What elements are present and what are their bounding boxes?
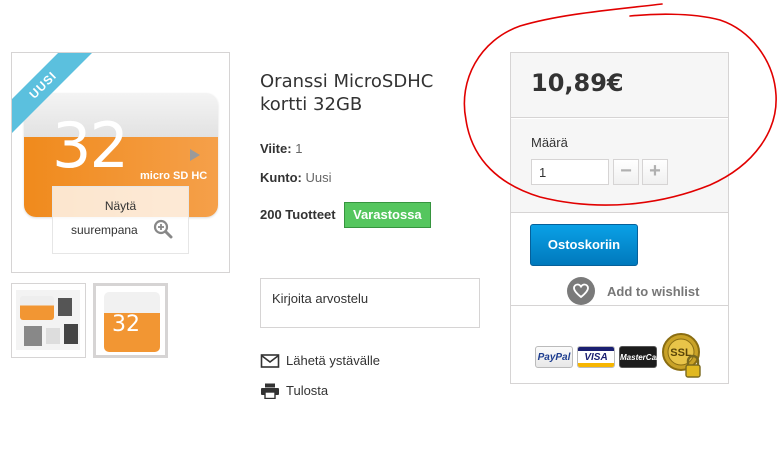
visa-logo: VISA bbox=[577, 346, 615, 368]
ssl-padlock-icon: SSL bbox=[662, 333, 701, 378]
mastercard-logo: MasterCard bbox=[619, 346, 664, 368]
write-review-link[interactable]: Kirjoita arvostelu bbox=[272, 291, 368, 306]
payment-methods: PayPal VISA MasterCard SSL bbox=[511, 305, 728, 384]
heart-icon bbox=[573, 283, 589, 299]
print-link[interactable]: Tulosta bbox=[260, 382, 328, 399]
product-condition: Kunto: Uusi bbox=[260, 170, 332, 185]
quantity-label: Määrä bbox=[531, 135, 568, 150]
paypal-logo: PayPal bbox=[535, 346, 573, 368]
product-title: Oranssi MicroSDHC kortti 32GB bbox=[260, 71, 434, 115]
view-larger-line2: suurempana bbox=[71, 223, 138, 237]
price-section: 10,89€ bbox=[511, 53, 728, 118]
visa-logo-text: VISA bbox=[584, 352, 608, 363]
thumbnail-2-selected[interactable]: 32 bbox=[93, 283, 168, 358]
quantity-section: Määrä − + bbox=[511, 119, 728, 213]
thumbnail-1[interactable] bbox=[11, 283, 86, 358]
add-to-cart-button[interactable]: Ostoskoriin bbox=[530, 224, 638, 266]
thumb-card-number: 32 bbox=[112, 312, 140, 337]
send-to-friend-link[interactable]: Lähetä ystävälle bbox=[260, 352, 380, 369]
condition-label: Kunto: bbox=[260, 170, 302, 185]
quantity-decrease-button[interactable]: − bbox=[613, 159, 639, 185]
product-main-image[interactable]: UUSI 32 micro SD HC Näytä suurempana bbox=[11, 52, 230, 273]
quantity-input[interactable] bbox=[531, 159, 609, 185]
view-larger-button[interactable]: Näytä suurempana bbox=[52, 186, 189, 254]
product-reference: Viite: 1 bbox=[260, 141, 302, 156]
write-review-box[interactable]: Kirjoita arvostelu bbox=[260, 278, 480, 328]
send-to-friend-label: Lähetä ystävälle bbox=[286, 353, 380, 369]
stock-status-badge: Varastossa bbox=[344, 202, 431, 228]
new-ribbon: UUSI bbox=[12, 53, 102, 143]
magnifier-plus-icon bbox=[153, 219, 173, 239]
product-price: 10,89€ bbox=[531, 69, 624, 97]
card-arrow-icon bbox=[190, 149, 200, 161]
quantity-increase-button[interactable]: + bbox=[642, 159, 668, 185]
view-larger-line1: Näytä bbox=[104, 199, 137, 213]
envelope-icon bbox=[260, 353, 280, 368]
printer-icon bbox=[261, 383, 279, 399]
stock-quantity: 200 Tuotteet bbox=[260, 207, 336, 222]
buy-box: 10,89€ Määrä − + Ostoskoriin Add to wish… bbox=[510, 52, 729, 384]
reference-value: 1 bbox=[295, 141, 303, 156]
card-brand-text: micro SD HC bbox=[140, 170, 208, 182]
reference-label: Viite: bbox=[260, 141, 292, 156]
new-badge: UUSI bbox=[12, 53, 98, 140]
condition-value: Uusi bbox=[305, 170, 332, 185]
print-label: Tulosta bbox=[286, 383, 329, 399]
wishlist-label: Add to wishlist bbox=[607, 284, 700, 299]
